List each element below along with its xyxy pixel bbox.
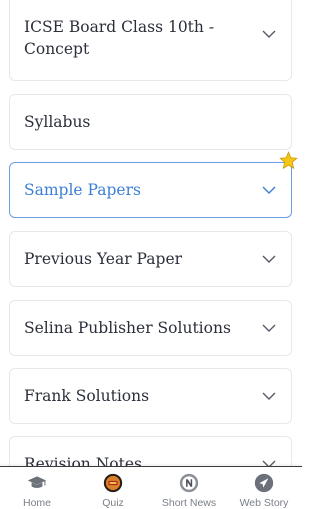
accordion-item-label: ICSE Board Class 10th - Concept (24, 18, 215, 58)
bottom-navigation: Home Quiz Short News Web Story (0, 466, 302, 509)
accordion-item-label: Syllabus (24, 113, 91, 131)
nav-label: Short News (161, 497, 217, 509)
graduation-cap-icon (27, 476, 47, 488)
quiz-icon (103, 473, 123, 493)
chevron-down-icon (262, 30, 276, 38)
accordion-item-selina-publisher-solutions[interactable]: Selina Publisher Solutions (9, 300, 292, 356)
chevron-down-icon (262, 392, 276, 400)
accordion-item-label: Sample Papers (24, 181, 141, 199)
accordion-item-label: Frank Solutions (24, 387, 150, 405)
accordion-item-syllabus[interactable]: Syllabus (9, 94, 292, 150)
chevron-down-icon (262, 186, 276, 194)
accordion-item-label: Previous Year Paper (24, 250, 183, 268)
accordion-item-sample-papers[interactable]: Sample Papers (9, 162, 292, 218)
star-icon[interactable] (279, 151, 298, 170)
nav-item-web-story[interactable]: Web Story (234, 467, 294, 509)
nav-item-home[interactable]: Home (7, 467, 67, 509)
web-story-icon (254, 473, 274, 493)
accordion-item-label: Selina Publisher Solutions (24, 319, 231, 337)
nav-item-quiz[interactable]: Quiz (83, 467, 143, 509)
accordion-item-frank-solutions[interactable]: Frank Solutions (9, 368, 292, 424)
chevron-down-icon (262, 324, 276, 332)
accordion-item-concept[interactable]: ICSE Board Class 10th - Concept (9, 0, 292, 81)
screen: ICSE Board Class 10th - Concept Syllabus… (0, 0, 302, 509)
accordion-item-previous-year-paper[interactable]: Previous Year Paper (9, 231, 292, 287)
nav-label: Home (22, 497, 51, 509)
chevron-down-icon (262, 255, 276, 263)
news-icon (179, 473, 199, 493)
nav-label: Web Story (239, 497, 289, 509)
nav-label: Quiz (102, 497, 124, 509)
nav-item-short-news[interactable]: Short News (159, 467, 219, 509)
